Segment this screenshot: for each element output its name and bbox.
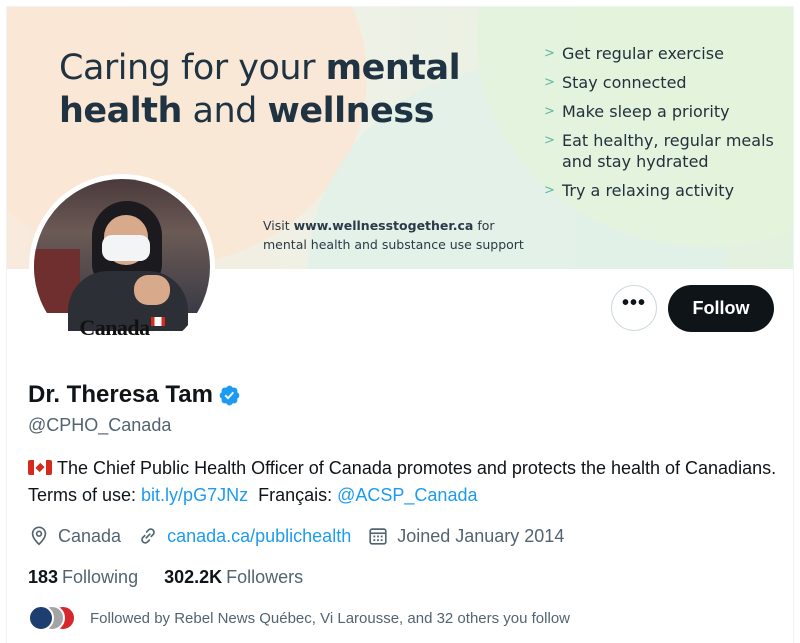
chevron-right-icon: > [544,46,555,61]
banner-tip: > Make sleep a priority [544,101,784,122]
followers-count[interactable]: 302.2K Followers [164,567,303,588]
banner-tip: > Stay connected [544,72,784,93]
banner-tip: > Eat healthy, regular meals and stay hyd… [544,130,784,172]
website-link[interactable]: canada.ca/publichealth [167,526,351,547]
joined-text: Joined January 2014 [397,525,565,546]
location-pin-icon [31,526,47,546]
chevron-right-icon: > [544,75,555,90]
followers-label: Followers [226,567,304,587]
calendar-icon [369,528,387,545]
avatar-photo [34,179,210,331]
bio-link[interactable]: bit.ly/pG7JNz [141,485,248,505]
profile-bio: The Chief Public Health Officer of Canad… [28,455,788,509]
visit-url: www.wellnesstogether.ca [293,218,474,233]
verified-badge-icon[interactable] [218,384,241,407]
following-label: Following [62,567,139,587]
visit-line2: mental health and substance use support [263,237,524,252]
visit-prefix: Visit [263,218,294,233]
profile-website[interactable]: canada.ca/publichealth [137,525,351,547]
banner-tips-list: > Get regular exercise > Stay connected > M… [544,43,784,209]
bio-mention-link[interactable]: @ACSP_Canada [337,485,477,505]
banner-title-part: mental [325,48,461,88]
bio-mid-text: Français: [248,485,338,505]
profile-joined: Joined January 2014 [367,525,564,547]
link-icon [141,528,155,544]
maple-leaf-shape [35,462,45,473]
profile-location: Canada [28,525,121,547]
followers-avatars [28,605,76,631]
banner-title: Caring for your mental health and wellne… [59,47,499,133]
photo-arm [134,275,170,305]
banner-title-part: health [59,91,182,131]
banner-tip-text: Get regular exercise [562,44,724,63]
profile-name: Dr. Theresa Tam [28,381,213,408]
follow-button[interactable]: Follow [668,285,774,332]
more-icon: ••• [621,292,646,314]
profile-meta: Canada canada.ca/publichealth Joined Jan… [28,525,580,547]
photo-mask [102,235,150,261]
followed-by-text: Followed by Rebel News Québec, Vi Larous… [90,609,570,627]
banner-tip-text: Eat healthy, regular meals and stay hydr… [562,131,774,171]
avatar [28,605,54,631]
visit-suffix: for [473,218,495,233]
banner-visit-text: Visit www.wellnesstogether.ca for mental… [263,216,563,254]
profile-avatar[interactable]: Canada [29,174,215,360]
banner-tip-text: Try a relaxing activity [562,181,735,200]
banner-title-part: Caring for your [59,48,326,88]
canada-flag-icon [28,460,52,475]
following-number: 183 [28,567,59,587]
banner-tip: > Get regular exercise [544,43,784,64]
following-count[interactable]: 183 Following [28,567,138,588]
followed-by-row[interactable]: Followed by Rebel News Québec, Vi Larous… [28,605,570,631]
profile-page: Caring for your mental health and wellne… [6,6,794,643]
profile-handle: @CPHO_Canada [28,415,172,435]
chevron-right-icon: > [544,133,555,148]
banner-tip-text: Make sleep a priority [562,102,730,121]
more-options-button[interactable]: ••• [611,285,657,331]
banner-tip: > Try a relaxing activity [544,180,784,201]
banner-title-part: wellness [267,91,435,131]
profile-name-row: Dr. Theresa Tam [28,381,241,409]
banner-title-part: and [181,91,268,131]
profile-counts: 183 Following 302.2K Followers [28,567,329,588]
canada-wordmark: Canada [34,315,210,341]
flag-icon [150,317,165,326]
followers-number: 302.2K [164,567,223,587]
chevron-right-icon: > [544,183,555,198]
avatar-image: Canada [34,179,210,355]
canada-wordmark-text: Canada [79,315,150,340]
chevron-right-icon: > [544,104,555,119]
location-text: Canada [58,525,122,546]
banner-tip-text: Stay connected [562,73,687,92]
